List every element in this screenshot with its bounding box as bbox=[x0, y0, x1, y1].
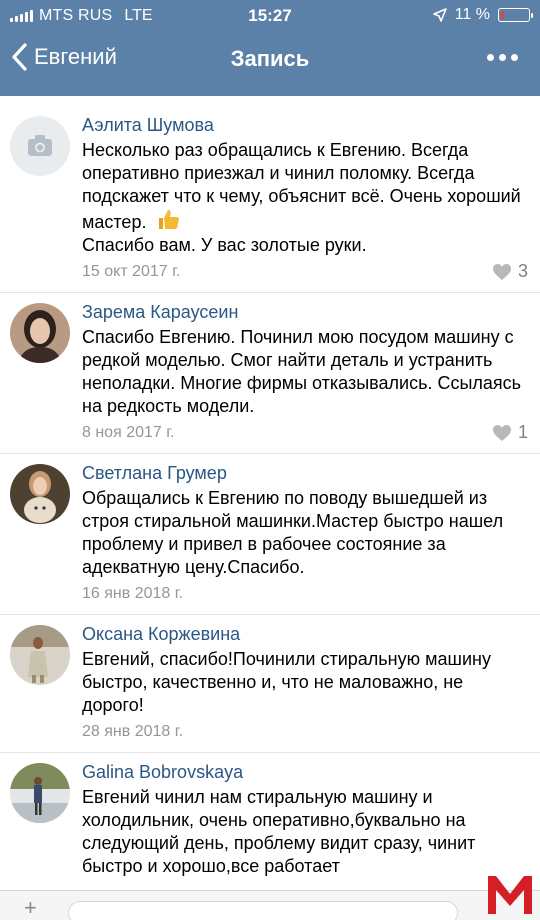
like-button[interactable]: 3 bbox=[492, 261, 528, 282]
comment-item: Оксана Коржевина Евгений, спасибо!Почини… bbox=[0, 615, 540, 753]
dot-icon bbox=[511, 54, 518, 61]
author-name[interactable]: Оксана Коржевина bbox=[82, 623, 526, 645]
author-name[interactable]: Galina Bobrovskaya bbox=[82, 761, 526, 783]
header: MTS RUS LTE 15:27 11 % Евгений Запись bbox=[0, 0, 540, 96]
comment-text: Спасибо Евгению. Починил мою посудом маш… bbox=[82, 327, 522, 416]
avatar[interactable] bbox=[10, 625, 70, 685]
comment-text-body: Несколько раз обращались к Евгению. Всег… bbox=[82, 140, 521, 232]
comment-input-bar: + bbox=[0, 890, 540, 920]
battery-fill bbox=[501, 11, 504, 19]
navbar: Евгений Запись bbox=[0, 32, 540, 90]
author-name[interactable]: Светлана Грумер bbox=[82, 462, 526, 484]
comment-item: Galina Bobrovskaya Евгений чинил нам сти… bbox=[0, 753, 540, 888]
comment-text: Несколько раз обращались к Евгению. Всег… bbox=[82, 139, 526, 257]
more-menu-button[interactable] bbox=[487, 54, 518, 61]
comment-item: Аэлита Шумова Несколько раз обращались к… bbox=[0, 106, 540, 293]
author-name[interactable]: Аэлита Шумова bbox=[82, 114, 526, 136]
avatar[interactable] bbox=[10, 116, 70, 176]
m-logo-watermark bbox=[488, 876, 532, 914]
comment-date: 15 окт 2017 г. bbox=[82, 263, 181, 280]
user-photo bbox=[10, 625, 70, 685]
comment-text: Евгений чинил нам стиральную машину и хо… bbox=[82, 787, 476, 876]
author-name[interactable]: Зарема Караусеин bbox=[82, 301, 526, 323]
user-photo bbox=[10, 464, 70, 524]
heart-icon bbox=[492, 263, 511, 280]
heart-icon bbox=[492, 424, 511, 441]
avatar[interactable] bbox=[10, 303, 70, 363]
comment-list: Аэлита Шумова Несколько раз обращались к… bbox=[0, 106, 540, 888]
like-count: 1 bbox=[517, 422, 528, 442]
dot-icon bbox=[487, 54, 494, 61]
like-button[interactable]: 1 bbox=[492, 422, 528, 443]
comment-text-tail: Спасибо вам. У вас золотые руки. bbox=[82, 235, 367, 255]
status-bar: MTS RUS LTE 15:27 11 % bbox=[0, 0, 540, 32]
user-photo bbox=[10, 763, 70, 823]
comment-date: 28 янв 2018 г. bbox=[82, 723, 184, 740]
comment-input[interactable] bbox=[68, 901, 458, 920]
comment-item: Светлана Грумер Обращались к Евгению по … bbox=[0, 454, 540, 615]
camera-icon bbox=[28, 135, 52, 156]
comment-item: Зарема Караусеин Спасибо Евгению. Почини… bbox=[0, 293, 540, 454]
comment-date: 16 янв 2018 г. bbox=[82, 585, 184, 602]
attach-plus-icon[interactable]: + bbox=[24, 895, 37, 920]
avatar[interactable] bbox=[10, 763, 70, 823]
avatar[interactable] bbox=[10, 464, 70, 524]
dot-icon bbox=[499, 54, 506, 61]
comment-date: 8 ноя 2017 г. bbox=[82, 424, 175, 441]
battery-percent: 11 % bbox=[454, 6, 490, 23]
user-photo bbox=[10, 303, 70, 363]
status-right: 11 % bbox=[432, 6, 533, 24]
comment-text: Обращались к Евгению по поводу вышедшей … bbox=[82, 488, 504, 577]
location-arrow-icon bbox=[432, 8, 447, 22]
thumbs-up-icon bbox=[159, 210, 180, 229]
comment-text: Евгений, спасибо!Починили стиральную маш… bbox=[82, 649, 491, 715]
like-count: 3 bbox=[517, 261, 528, 281]
battery-icon bbox=[498, 8, 533, 22]
page-title: Запись bbox=[230, 46, 310, 71]
